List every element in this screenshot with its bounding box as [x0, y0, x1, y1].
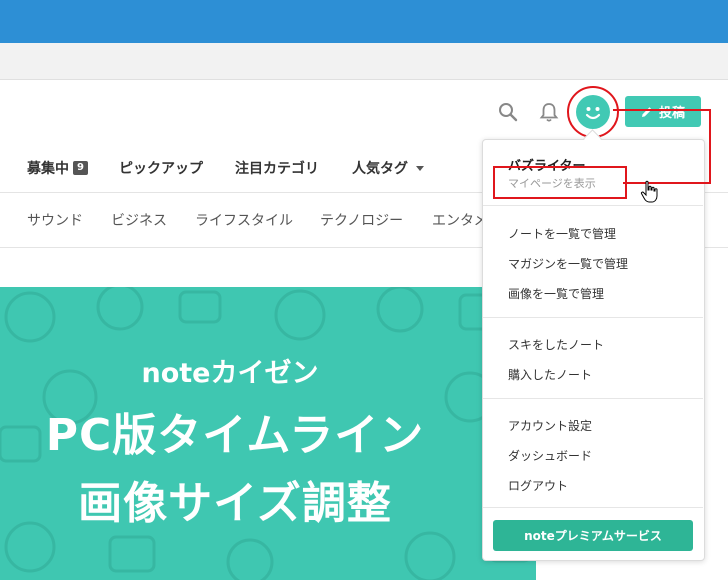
menu-divider [483, 205, 703, 206]
banner-title-line2: 画像サイズ調整 [78, 478, 392, 529]
post-button-label: 投稿 [658, 106, 685, 121]
category-business[interactable]: ビジネス [111, 210, 167, 230]
category-technology[interactable]: テクノロジー [320, 210, 403, 230]
bell-icon[interactable] [538, 101, 560, 123]
menu-item-manage-images[interactable]: 画像を一覧で管理 [508, 285, 604, 302]
pencil-icon [641, 106, 652, 117]
menu-item-manage-notes[interactable]: ノートを一覧で管理 [508, 225, 616, 242]
banner-subtitle: noteカイゼン [141, 358, 319, 389]
nav-item-recruiting[interactable]: 募集中 9 [27, 158, 88, 178]
menu-item-manage-magazines[interactable]: マガジンを一覧で管理 [508, 255, 628, 272]
annotation-line [623, 182, 711, 184]
nav-item-pickup[interactable]: ピックアップ [119, 158, 203, 178]
annotation-line [613, 109, 711, 111]
nav-item-label: 注目カテゴリ [235, 161, 319, 177]
menu-divider [483, 507, 703, 508]
search-icon[interactable] [497, 101, 519, 123]
menu-divider [483, 398, 703, 399]
mypage-highlight-box [493, 166, 627, 199]
browser-top-bar [0, 0, 728, 43]
menu-divider [483, 317, 703, 318]
category-lifestyle[interactable]: ライフスタイル [195, 210, 293, 230]
menu-item-account-settings[interactable]: アカウント設定 [508, 417, 592, 434]
menu-item-liked-notes[interactable]: スキをしたノート [508, 336, 604, 353]
hand-cursor-icon [640, 180, 658, 203]
nav-item-label: ピックアップ [119, 161, 203, 177]
nav-item-label: 募集中 [27, 161, 69, 177]
feature-banner[interactable]: noteカイゼン PC版タイムライン 画像サイズ調整 [0, 287, 536, 580]
count-badge: 9 [73, 161, 88, 175]
menu-item-logout[interactable]: ログアウト [508, 477, 568, 494]
category-sound[interactable]: サウンド [27, 210, 83, 230]
menu-item-dashboard[interactable]: ダッシュボード [508, 447, 592, 464]
browser-toolbar-strip [0, 43, 728, 80]
premium-service-button[interactable]: noteプレミアムサービス [493, 520, 693, 551]
nav-item-popular-tags[interactable]: 人気タグ [352, 158, 424, 178]
post-button[interactable]: 投稿 [625, 96, 701, 127]
chevron-down-icon [416, 165, 424, 171]
menu-item-purchased-notes[interactable]: 購入したノート [508, 366, 592, 383]
banner-title-line1: PC版タイムライン [45, 410, 425, 461]
nav-item-label: 人気タグ [352, 161, 408, 177]
nav-item-featured-categories[interactable]: 注目カテゴリ [235, 158, 319, 178]
annotation-line [709, 109, 711, 184]
category-entertainment[interactable]: エンタメ [432, 210, 488, 230]
